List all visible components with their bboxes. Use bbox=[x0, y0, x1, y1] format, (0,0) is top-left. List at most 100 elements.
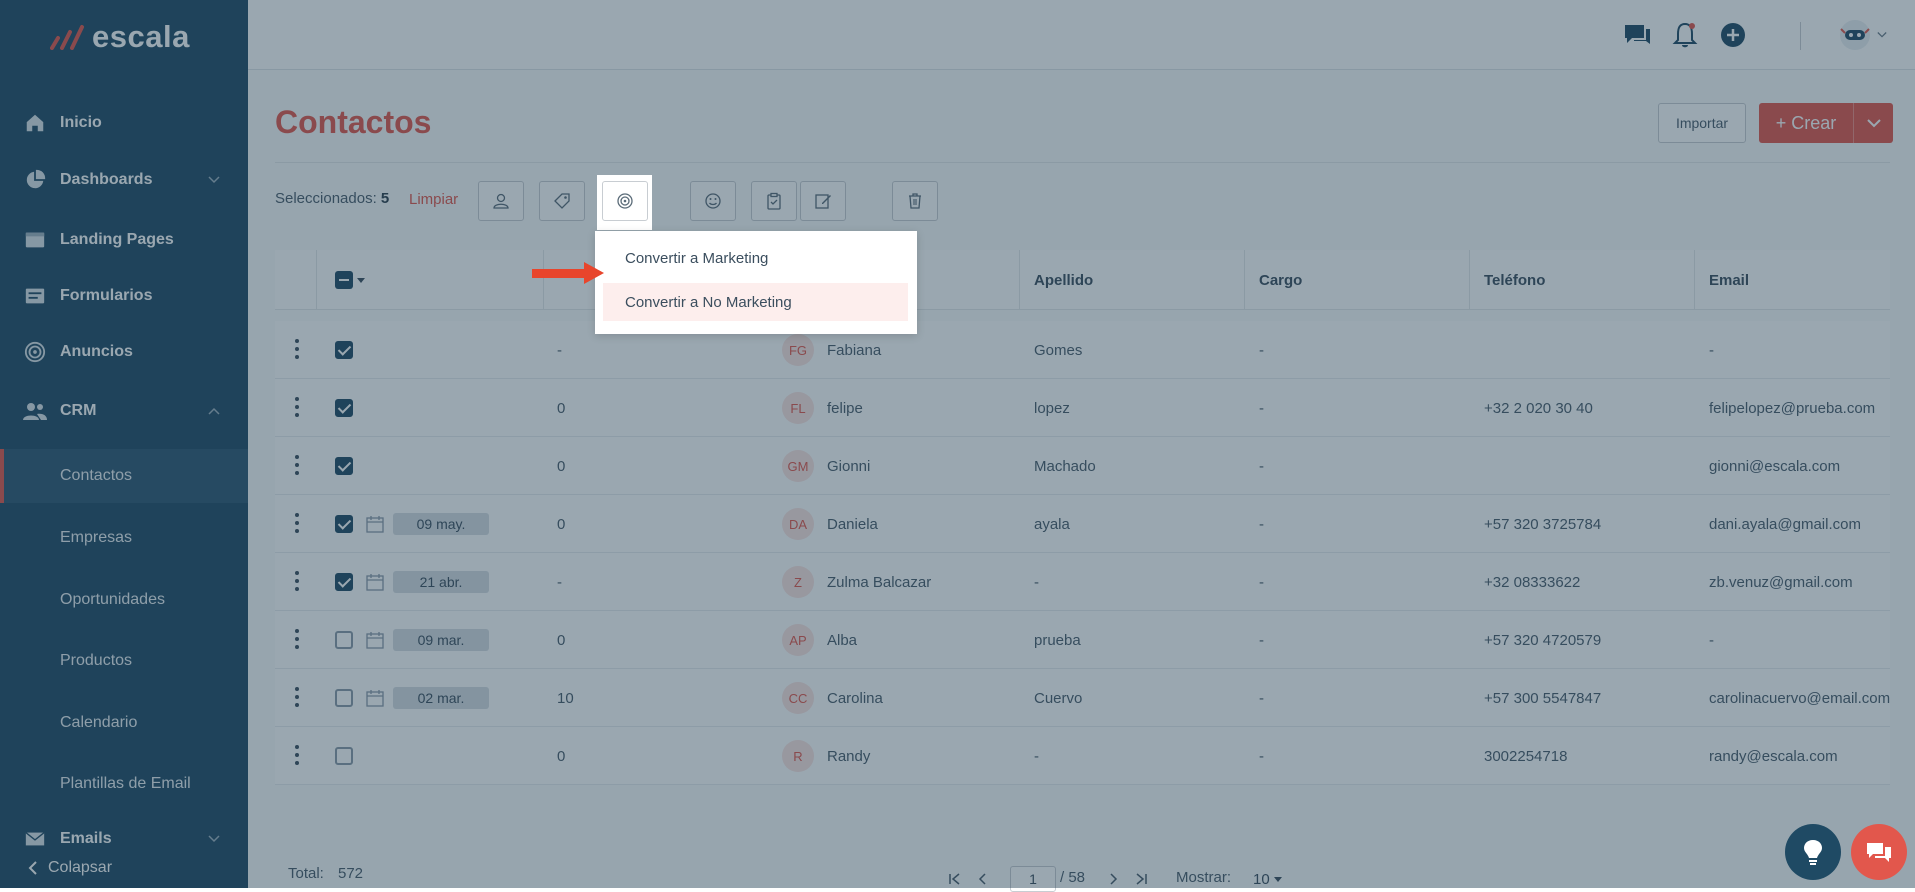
sidebar-subitem-oportunidades[interactable]: Oportunidades bbox=[0, 573, 248, 627]
sidebar-subitem-plantillas[interactable]: Plantillas de Email bbox=[0, 757, 248, 811]
table-row[interactable]: 0 R Randy - - 3002254718 randy@escala.com bbox=[275, 727, 1890, 785]
assign-owner-button[interactable] bbox=[478, 181, 524, 221]
column-header-cargo[interactable]: Cargo bbox=[1244, 250, 1469, 310]
row-checkbox[interactable] bbox=[335, 457, 353, 475]
column-header-telefono[interactable]: Teléfono bbox=[1469, 250, 1694, 310]
convert-to-marketing-option[interactable]: Convertir a Marketing bbox=[603, 239, 908, 277]
contact-name[interactable]: Randy bbox=[827, 727, 870, 785]
row-menu-icon[interactable] bbox=[295, 455, 299, 475]
row-menu-icon[interactable] bbox=[295, 629, 299, 649]
role-cell: - bbox=[1259, 457, 1264, 475]
brand-logo[interactable]: escala bbox=[50, 19, 190, 54]
contact-name[interactable]: Alba bbox=[827, 611, 857, 669]
pagination: 1 / 58 Mostrar: 10 bbox=[948, 866, 1528, 892]
first-page-icon[interactable] bbox=[948, 872, 962, 886]
table-row[interactable]: 0 GM Gionni Machado - gionni@escala.com bbox=[275, 437, 1890, 495]
last-name-cell: lopez bbox=[1034, 399, 1070, 417]
select-all-control[interactable] bbox=[335, 270, 375, 290]
sidebar-item-formularios[interactable]: Formularios bbox=[0, 268, 248, 324]
row-checkbox[interactable] bbox=[335, 399, 353, 417]
add-circle-icon[interactable] bbox=[1718, 20, 1748, 50]
create-dropdown-toggle[interactable] bbox=[1853, 103, 1893, 143]
row-menu-icon[interactable] bbox=[295, 397, 299, 417]
column-header-email[interactable]: Email bbox=[1694, 250, 1890, 310]
contact-name[interactable]: Daniela bbox=[827, 495, 878, 553]
sidebar-item-landing-pages[interactable]: Landing Pages bbox=[0, 212, 248, 268]
chat-icon[interactable] bbox=[1622, 20, 1652, 50]
marketing-status-button[interactable] bbox=[602, 181, 648, 221]
sidebar-subitem-contactos[interactable]: Contactos bbox=[0, 449, 248, 503]
pointer-arrow-icon bbox=[532, 262, 604, 284]
sidebar-subitem-empresas[interactable]: Empresas bbox=[0, 511, 248, 565]
row-menu-icon[interactable] bbox=[295, 571, 299, 591]
task-button[interactable] bbox=[751, 181, 797, 221]
email-cell[interactable]: felipelopez@prueba.com bbox=[1709, 379, 1875, 437]
select-all-checkbox[interactable] bbox=[335, 271, 353, 289]
table-row[interactable]: 09 mar. 0 AP Alba prueba - +57 320 4720579 - bbox=[275, 611, 1890, 669]
sidebar-item-inicio[interactable]: Inicio bbox=[0, 95, 248, 151]
sidebar-item-crm[interactable]: CRM bbox=[0, 383, 248, 439]
last-page-icon[interactable] bbox=[1134, 872, 1148, 886]
user-avatar-menu[interactable] bbox=[1839, 18, 1889, 52]
home-icon bbox=[26, 114, 44, 132]
selection-count: 5 bbox=[380, 190, 390, 207]
chat-support-button[interactable] bbox=[1851, 824, 1907, 880]
email-cell[interactable]: - bbox=[1709, 321, 1714, 379]
sidebar-subitem-label: Calendario bbox=[60, 714, 138, 731]
column-header-apellido[interactable]: Apellido bbox=[1019, 250, 1244, 310]
next-page-icon[interactable] bbox=[1106, 872, 1120, 886]
row-checkbox[interactable] bbox=[335, 573, 353, 591]
create-button[interactable]: + Crear bbox=[1759, 103, 1853, 143]
edit-button[interactable] bbox=[800, 181, 846, 221]
role-cell: - bbox=[1259, 515, 1264, 533]
email-cell[interactable]: gionni@escala.com bbox=[1709, 437, 1840, 495]
phone-cell: +32 08333622 bbox=[1484, 573, 1581, 591]
prev-page-icon[interactable] bbox=[976, 872, 990, 886]
email-cell[interactable]: - bbox=[1709, 611, 1714, 669]
contact-name[interactable]: Carolina bbox=[827, 669, 883, 727]
table-row[interactable]: - FG Fabiana Gomes - - bbox=[275, 321, 1890, 379]
row-menu-icon[interactable] bbox=[295, 339, 299, 359]
clear-selection-link[interactable]: Limpiar bbox=[409, 191, 458, 208]
import-button[interactable]: Importar bbox=[1658, 103, 1746, 143]
email-cell[interactable]: dani.ayala@gmail.com bbox=[1709, 495, 1861, 553]
tips-button[interactable] bbox=[1785, 824, 1841, 880]
phone-cell: +57 320 4720579 bbox=[1484, 631, 1602, 649]
mail-icon bbox=[25, 832, 45, 846]
page-number-input[interactable]: 1 bbox=[1010, 866, 1056, 892]
sentiment-button[interactable] bbox=[690, 181, 736, 221]
tag-button[interactable] bbox=[539, 181, 585, 221]
row-menu-icon[interactable] bbox=[295, 513, 299, 533]
row-checkbox[interactable] bbox=[335, 747, 353, 765]
sidebar-item-dashboards[interactable]: Dashboards bbox=[0, 152, 248, 208]
sidebar-item-anuncios[interactable]: Anuncios bbox=[0, 324, 248, 380]
collapse-button[interactable]: Colapsar bbox=[0, 848, 248, 888]
page-size-select[interactable]: 10 bbox=[1253, 869, 1293, 889]
total-count: 572 bbox=[338, 865, 364, 882]
table-row[interactable]: 09 may. 0 DA Daniela ayala - +57 320 3725784 da… bbox=[275, 495, 1890, 553]
delete-button[interactable] bbox=[892, 181, 938, 221]
row-menu-icon[interactable] bbox=[295, 745, 299, 765]
email-cell[interactable]: randy@escala.com bbox=[1709, 727, 1838, 785]
row-checkbox[interactable] bbox=[335, 515, 353, 533]
date-badge: 02 mar. bbox=[393, 687, 489, 709]
row-menu-icon[interactable] bbox=[295, 687, 299, 707]
score-cell: - bbox=[557, 341, 562, 359]
contact-name[interactable]: felipe bbox=[827, 379, 863, 437]
table-row[interactable]: 02 mar. 10 CC Carolina Cuervo - +57 300 554784… bbox=[275, 669, 1890, 727]
contact-name[interactable]: Gionni bbox=[827, 437, 870, 495]
table-row[interactable]: 21 abr. - Z Zulma Balcazar - - +32 08333622 zb.… bbox=[275, 553, 1890, 611]
row-checkbox[interactable] bbox=[335, 341, 353, 359]
contact-name[interactable]: Zulma Balcazar bbox=[827, 553, 931, 611]
row-checkbox[interactable] bbox=[335, 631, 353, 649]
bell-icon[interactable] bbox=[1670, 20, 1700, 50]
sidebar-subitem-productos[interactable]: Productos bbox=[0, 634, 248, 688]
email-cell[interactable]: carolinacuervo@email.com bbox=[1709, 669, 1890, 727]
table-row[interactable]: 0 FL felipe lopez - +32 2 020 30 40 felipelope… bbox=[275, 379, 1890, 437]
logo-mark-icon bbox=[50, 25, 84, 50]
sidebar-subitem-calendario[interactable]: Calendario bbox=[0, 696, 248, 750]
row-checkbox[interactable] bbox=[335, 689, 353, 707]
email-cell[interactable]: zb.venuz@gmail.com bbox=[1709, 553, 1853, 611]
role-cell: - bbox=[1259, 399, 1264, 417]
convert-to-no-marketing-option[interactable]: Convertir a No Marketing bbox=[603, 283, 908, 321]
